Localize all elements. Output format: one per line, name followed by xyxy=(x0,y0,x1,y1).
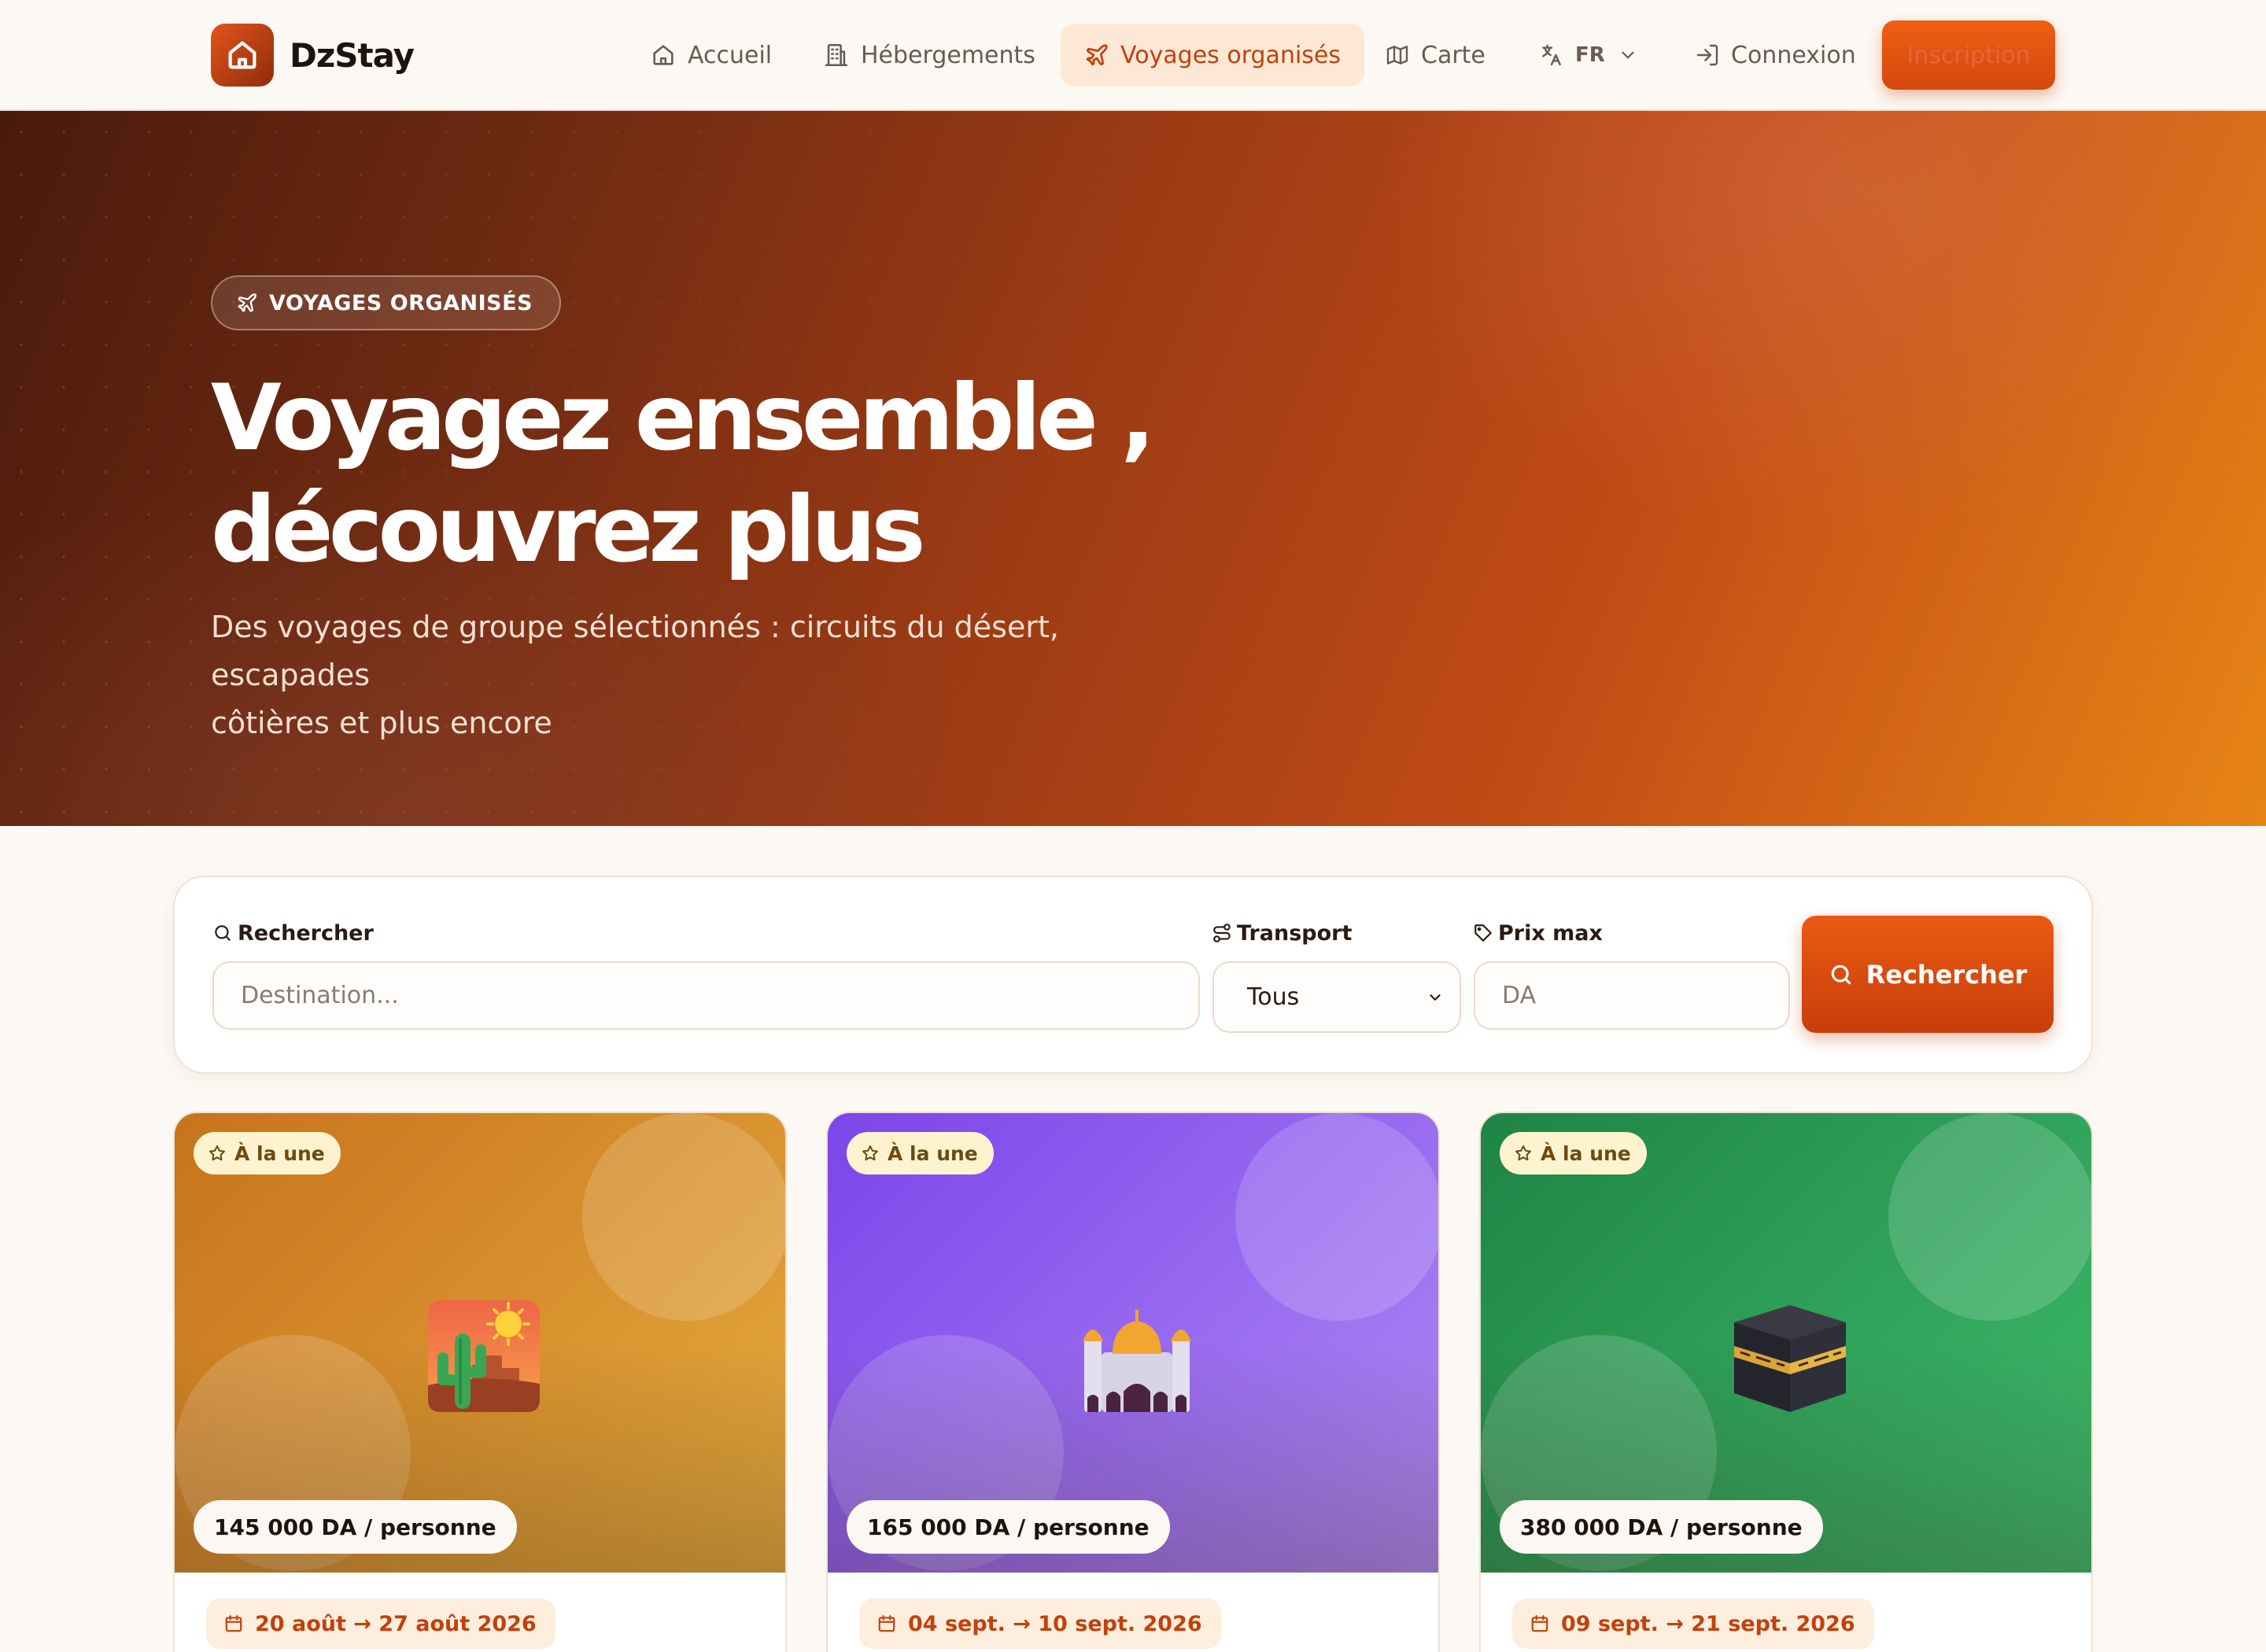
nav-accommodations-label: Hébergements xyxy=(861,41,1035,69)
plane-icon xyxy=(1086,44,1108,66)
hero-subtitle-line-1: Des voyages de groupe sélectionnés : cir… xyxy=(211,610,1059,692)
map-icon xyxy=(1386,46,1408,65)
trip-dates-label: 20 août → 27 août 2026 xyxy=(255,1611,537,1636)
transport-label: Transport xyxy=(1212,919,1352,947)
building-icon xyxy=(825,43,848,67)
trip-dates-label: 04 sept. → 10 sept. 2026 xyxy=(908,1611,1202,1636)
translate-icon xyxy=(1542,44,1561,66)
trip-dates: 20 août → 27 août 2026 xyxy=(206,1599,555,1649)
trip-card[interactable]: À la une 380 000 DA / personne 09 sept. … xyxy=(1479,1112,2093,1652)
star-icon xyxy=(209,1145,225,1161)
nav-home-label: Accueil xyxy=(688,41,773,69)
search-button[interactable]: Rechercher xyxy=(1802,916,2054,1033)
decorative-circle xyxy=(1235,1113,1438,1321)
trip-card-image: À la une 380 000 DA / personne xyxy=(1481,1113,2091,1573)
signup-button[interactable]: Inscription xyxy=(1882,20,2055,90)
brand-home-link[interactable]: DzStay xyxy=(211,24,415,87)
route-icon xyxy=(1213,924,1231,942)
price-per-person: 380 000 DA / personne xyxy=(1500,1500,1823,1554)
hero-banner: VOYAGES ORGANISÉS Voyagez ensemble , déc… xyxy=(0,111,2266,826)
hero-badge: VOYAGES ORGANISÉS xyxy=(211,275,562,330)
hero-title-line-1: Voyagez ensemble , xyxy=(211,365,1155,471)
calendar-icon xyxy=(225,1615,242,1632)
hero-subtitle-line-2: côtières et plus encore xyxy=(211,706,552,740)
price-max-label-text: Prix max xyxy=(1498,920,1603,946)
trip-card[interactable]: À la une 145 000 DA / personne 20 août →… xyxy=(173,1112,787,1652)
mosque-icon xyxy=(1078,1297,1196,1415)
nav-home-link[interactable]: Accueil xyxy=(650,24,772,87)
search-icon xyxy=(1831,964,1851,984)
nav-map-link[interactable]: Carte xyxy=(1385,24,1485,87)
search-button-label: Rechercher xyxy=(1866,959,2028,990)
desert-icon xyxy=(425,1297,543,1415)
star-icon xyxy=(1515,1145,1531,1161)
featured-label: À la une xyxy=(888,1141,978,1165)
transport-select-value: Tous xyxy=(1247,983,1300,1011)
price-max-input[interactable]: DA xyxy=(1474,961,1790,1030)
hero-subtitle: Des voyages de groupe sélectionnés : cir… xyxy=(211,603,1202,747)
trip-card-image: À la une 145 000 DA / personne xyxy=(175,1113,785,1573)
trip-dates-label: 09 sept. → 21 sept. 2026 xyxy=(1561,1611,1855,1636)
tag-icon xyxy=(1474,924,1492,942)
chevron-down-icon xyxy=(1430,994,1441,1001)
price-max-label: Prix max xyxy=(1473,919,1603,947)
login-label: Connexion xyxy=(1731,41,1856,69)
language-selector[interactable]: FR xyxy=(1539,24,1638,87)
price-per-person: 145 000 DA / personne xyxy=(194,1500,517,1554)
transport-label-text: Transport xyxy=(1237,920,1353,946)
price-per-person: 165 000 DA / personne xyxy=(847,1500,1170,1554)
search-query-label: Rechercher xyxy=(212,919,374,947)
trip-card[interactable]: À la une 165 000 DA / personne 04 sept. … xyxy=(826,1112,1440,1652)
hero-title-line-2: découvrez plus xyxy=(211,477,926,583)
search-icon xyxy=(215,925,231,941)
home-icon xyxy=(653,45,674,65)
destination-search-input[interactable]: Destination... xyxy=(212,961,1200,1030)
transport-select[interactable]: Tous xyxy=(1212,961,1461,1033)
house-logo-icon xyxy=(211,24,274,87)
featured-badge: À la une xyxy=(1500,1132,1647,1174)
kaaba-icon xyxy=(1731,1297,1849,1415)
star-icon xyxy=(862,1145,878,1161)
hero-glow xyxy=(1377,111,2266,544)
featured-label: À la une xyxy=(234,1141,325,1165)
hero-title: Voyagez ensemble , découvrez plus xyxy=(211,363,1312,586)
chevron-down-icon xyxy=(1622,51,1634,59)
trip-dates: 09 sept. → 21 sept. 2026 xyxy=(1512,1599,1874,1649)
destination-placeholder: Destination... xyxy=(241,982,399,1009)
language-label: FR xyxy=(1575,43,1605,67)
login-link[interactable]: Connexion xyxy=(1695,24,1856,87)
nav-accommodations-link[interactable]: Hébergements xyxy=(823,24,1035,87)
hero-badge-label: VOYAGES ORGANISÉS xyxy=(269,290,533,315)
nav-tours-link[interactable]: Voyages organisés xyxy=(1061,24,1365,87)
top-navbar: DzStay Accueil Hébergements Voyages orga… xyxy=(0,0,2266,111)
calendar-icon xyxy=(878,1615,895,1632)
decorative-circle xyxy=(1888,1113,2091,1321)
nav-map-label: Carte xyxy=(1421,41,1485,69)
trip-card-image: À la une 165 000 DA / personne xyxy=(828,1113,1438,1573)
search-query-label-text: Rechercher xyxy=(238,920,374,946)
login-icon xyxy=(1696,44,1718,66)
featured-label: À la une xyxy=(1541,1141,1631,1165)
decorative-circle xyxy=(582,1113,785,1321)
featured-badge: À la une xyxy=(194,1132,341,1174)
brand-name: DzStay xyxy=(290,35,415,75)
price-max-placeholder: DA xyxy=(1502,982,1537,1009)
featured-badge: À la une xyxy=(847,1132,994,1174)
calendar-icon xyxy=(1531,1615,1548,1632)
nav-tours-label: Voyages organisés xyxy=(1120,41,1342,69)
plane-icon xyxy=(238,293,256,312)
trip-dates: 04 sept. → 10 sept. 2026 xyxy=(859,1599,1221,1649)
